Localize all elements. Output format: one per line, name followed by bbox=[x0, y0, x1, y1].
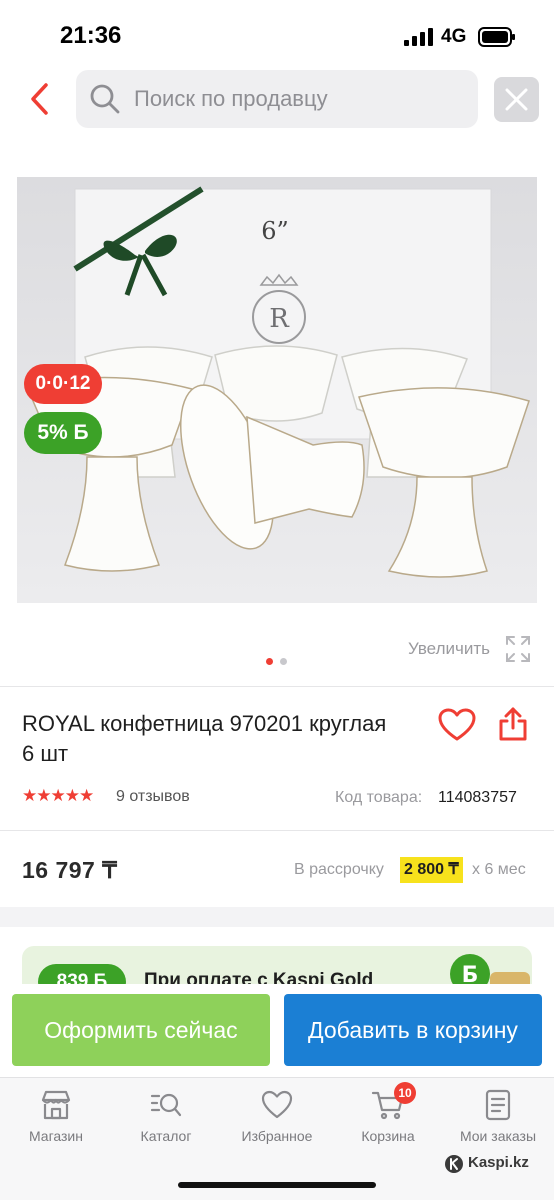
installment-badge: 0·0·12 bbox=[24, 364, 102, 404]
product-price: 16 797 ₸ bbox=[22, 857, 118, 883]
star-icon: ★ bbox=[79, 786, 94, 805]
product-title: ROYAL конфетница 970201 круглая 6 шт bbox=[22, 711, 387, 766]
search-icon bbox=[90, 84, 120, 114]
add-to-cart-button[interactable]: Добавить в корзину bbox=[284, 994, 542, 1066]
rating-stars: ★★★★★ bbox=[22, 786, 94, 806]
section-separator bbox=[0, 907, 554, 927]
installment-label: В рассрочку bbox=[294, 861, 384, 878]
favorite-heart-icon[interactable] bbox=[438, 708, 476, 742]
nav-label: Каталог bbox=[140, 1128, 192, 1144]
status-time: 21:36 bbox=[60, 22, 122, 49]
clear-search-button[interactable] bbox=[494, 77, 539, 122]
star-icon: ★ bbox=[36, 786, 51, 805]
nav-item-orders[interactable]: Мои заказы bbox=[448, 1088, 548, 1158]
share-icon[interactable] bbox=[498, 706, 528, 742]
star-icon: ★ bbox=[50, 786, 66, 805]
signal-icon bbox=[404, 28, 433, 46]
pagination-dot-active bbox=[266, 658, 273, 665]
sku-label: Код товара: bbox=[335, 789, 423, 806]
pagination-dot bbox=[280, 658, 287, 665]
heart-icon bbox=[261, 1090, 293, 1119]
image-pagination bbox=[266, 658, 290, 666]
battery-icon bbox=[478, 27, 515, 47]
box-size-label: 6” bbox=[261, 217, 289, 245]
store-icon bbox=[41, 1090, 71, 1120]
installment-term: х 6 мес bbox=[472, 861, 526, 878]
reviews-link[interactable]: 9 отзывов bbox=[116, 788, 190, 806]
search-input[interactable] bbox=[134, 70, 464, 128]
buy-now-button[interactable]: Оформить сейчас bbox=[12, 994, 270, 1066]
nav-label: Магазин bbox=[28, 1128, 83, 1144]
nav-label: Мои заказы bbox=[459, 1128, 537, 1144]
divider bbox=[0, 830, 554, 831]
watermark-text: Kaspi.kz bbox=[468, 1154, 529, 1171]
cart-count-badge: 10 bbox=[394, 1082, 416, 1104]
nav-label: Избранное bbox=[241, 1128, 313, 1144]
sku-value: 114083757 bbox=[438, 789, 517, 806]
back-icon[interactable] bbox=[26, 82, 56, 116]
search-box[interactable] bbox=[76, 70, 478, 128]
divider bbox=[0, 686, 554, 687]
nav-item-favorites[interactable]: Избранное bbox=[227, 1088, 327, 1158]
network-label: 4G bbox=[441, 26, 467, 47]
action-bar: Оформить сейчас Добавить в корзину bbox=[0, 984, 554, 1076]
bonus-badge: 5% Б bbox=[24, 412, 102, 454]
kaspi-logo-icon bbox=[445, 1155, 463, 1173]
status-bar: 21:36 4G bbox=[0, 0, 554, 70]
logo-letter: R bbox=[269, 304, 290, 334]
catalog-search-icon bbox=[150, 1093, 182, 1117]
nav-item-catalog[interactable]: Каталог bbox=[116, 1088, 216, 1158]
expand-icon[interactable] bbox=[504, 634, 532, 664]
nav-label: Корзина bbox=[361, 1128, 415, 1144]
nav-item-cart[interactable]: 10 Корзина bbox=[338, 1082, 438, 1158]
installment-amount: 2 800 ₸ bbox=[400, 857, 463, 883]
star-icon: ★ bbox=[22, 786, 37, 805]
orders-icon bbox=[485, 1089, 511, 1121]
star-icon: ★ bbox=[64, 786, 80, 805]
close-icon bbox=[505, 88, 528, 111]
nav-item-store[interactable]: Магазин bbox=[6, 1088, 106, 1158]
home-indicator[interactable] bbox=[178, 1182, 376, 1188]
zoom-label[interactable]: Увеличить bbox=[408, 639, 490, 659]
